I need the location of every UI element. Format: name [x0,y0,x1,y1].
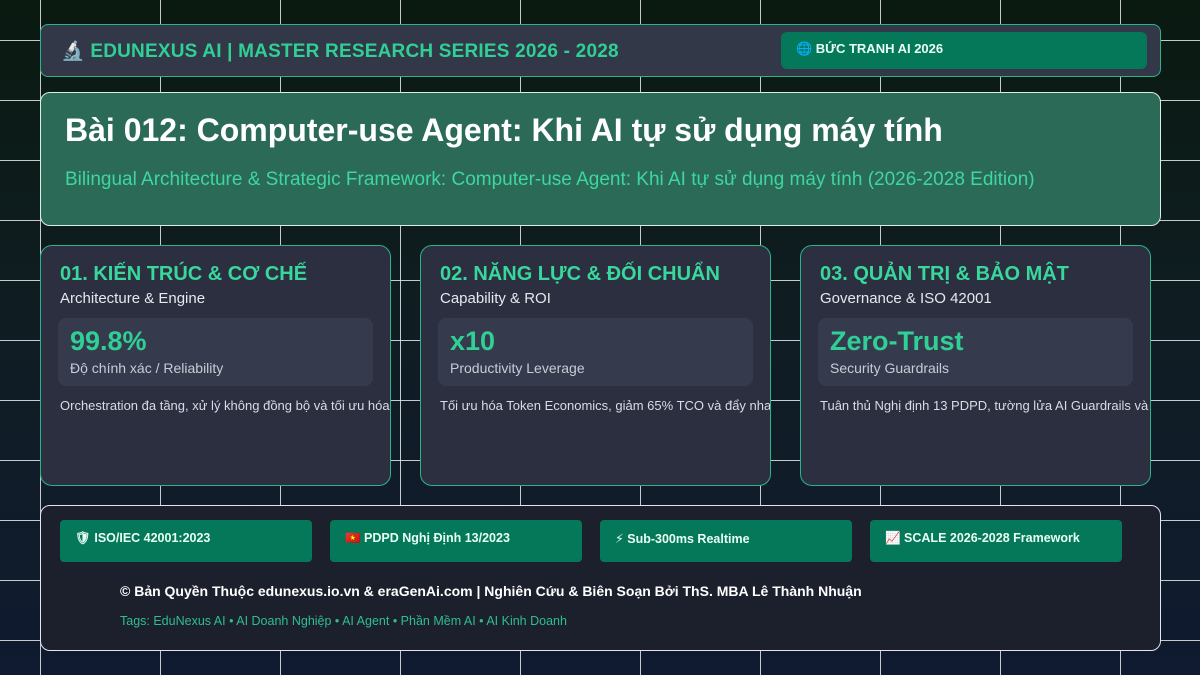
metric-label: Security Guardrails [830,360,950,376]
card-subtitle: Architecture & Engine [60,290,206,307]
card-subtitle: Capability & ROI [440,290,551,307]
metric-box: Zero-Trust Security Guardrails [818,318,1133,386]
tags-list: Tags: EduNexus AI • AI Doanh Nghiệp • AI… [120,614,567,628]
card-description: Tối ưu hóa Token Economics, giảm 65% TCO… [440,398,771,413]
card-description: Orchestration đa tầng, xử lý không đồng … [60,398,390,413]
footer-panel: 🛡 ISO/IEC 42001:2023 🇻🇳 PDPD Nghị Định 1… [40,505,1161,651]
metric-box: 99.8% Độ chính xác / Reliability [58,318,373,386]
card-description: Tuân thủ Nghị định 13 PDPD, tường lửa AI… [820,398,1150,413]
page-title: Bài 012: Computer-use Agent: Khi AI tự s… [65,112,943,148]
copyright-text: © Bản Quyền Thuộc edunexus.io.vn & eraGe… [120,583,862,599]
pdpd-badge[interactable]: 🇻🇳 PDPD Nghị Định 13/2023 [330,520,582,562]
card-title: 02. NĂNG LỰC & ĐỐI CHUẨN [440,263,720,285]
card-architecture: 01. KIẾN TRÚC & CƠ CHẾ Architecture & En… [40,245,391,486]
series-title: 🔬 EDUNEXUS AI | MASTER RESEARCH SERIES 2… [61,41,619,62]
metric-value: x10 [450,326,496,356]
hero-banner: Bài 012: Computer-use Agent: Khi AI tự s… [40,92,1161,226]
realtime-badge[interactable]: ⚡ Sub-300ms Realtime [600,520,852,562]
card-governance: 03. QUẢN TRỊ & BẢO MẬT Governance & ISO … [800,245,1151,486]
iso-badge[interactable]: 🛡 ISO/IEC 42001:2023 [60,520,312,562]
metric-value: 99.8% [70,326,147,356]
card-subtitle: Governance & ISO 42001 [820,290,992,307]
metric-box: x10 Productivity Leverage [438,318,753,386]
scale-framework-badge[interactable]: 📈 SCALE 2026-2028 Framework [870,520,1122,562]
card-title: 01. KIẾN TRÚC & CƠ CHẾ [60,263,308,285]
card-capability: 02. NĂNG LỰC & ĐỐI CHUẨN Capability & RO… [420,245,771,486]
card-title: 03. QUẢN TRỊ & BẢO MẬT [820,263,1069,285]
page-subtitle: Bilingual Architecture & Strategic Frame… [65,169,1035,190]
metric-label: Độ chính xác / Reliability [70,360,224,376]
top-header-bar: 🔬 EDUNEXUS AI | MASTER RESEARCH SERIES 2… [40,24,1161,77]
metric-label: Productivity Leverage [450,360,585,376]
ai-2026-badge[interactable]: 🌐 BỨC TRANH AI 2026 [781,32,1147,69]
metric-value: Zero-Trust [830,326,964,356]
